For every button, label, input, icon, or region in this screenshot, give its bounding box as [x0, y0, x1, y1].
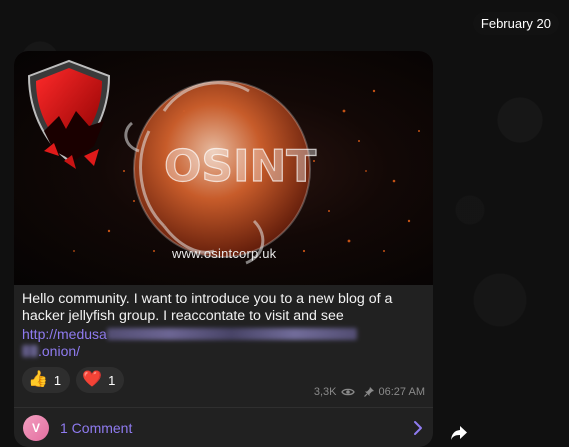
reactions-bar: 👍 1 ❤️ 1	[22, 367, 125, 393]
thumbs-up-icon: 👍	[28, 371, 48, 388]
link-prefix[interactable]: http://medusa	[22, 326, 107, 342]
osint-logo-text: OSINT	[164, 141, 316, 192]
message-bubble: OSINT www.osintcorp.uk Hello community. …	[14, 51, 433, 447]
reaction-count: 1	[108, 372, 116, 388]
link-redacted-segment-2	[22, 345, 38, 357]
link-redacted-segment	[106, 328, 357, 340]
view-count: 3,3K	[313, 386, 337, 398]
eye-icon	[340, 388, 355, 396]
share-arrow-icon	[451, 425, 467, 440]
share-button[interactable]	[443, 418, 475, 447]
reaction-heart[interactable]: ❤️ 1	[76, 367, 125, 393]
comments-button[interactable]: V 1 Comment	[14, 407, 433, 447]
pin-icon	[363, 387, 374, 397]
date-divider: February 20	[472, 12, 559, 35]
message-link[interactable]: http://medusa .onion/	[22, 326, 432, 360]
message-time: 06:27 AM	[378, 386, 425, 398]
avatar: V	[23, 415, 49, 441]
heart-icon: ❤️	[82, 371, 103, 388]
message-text: Hello community. I want to introduce you…	[22, 291, 393, 324]
reaction-thumbs-up[interactable]: 👍 1	[22, 367, 71, 393]
comments-label: 1 Comment	[60, 420, 133, 436]
shield-logo-icon	[27, 59, 111, 169]
chevron-right-icon	[414, 421, 422, 435]
media-watermark: www.osintcorp.uk	[172, 246, 277, 261]
reaction-count: 1	[53, 372, 62, 388]
message-meta: 3,3K 06:27 AM	[314, 386, 425, 398]
message-media-image[interactable]: OSINT www.osintcorp.uk	[14, 51, 433, 285]
link-suffix[interactable]: .onion/	[38, 343, 80, 359]
